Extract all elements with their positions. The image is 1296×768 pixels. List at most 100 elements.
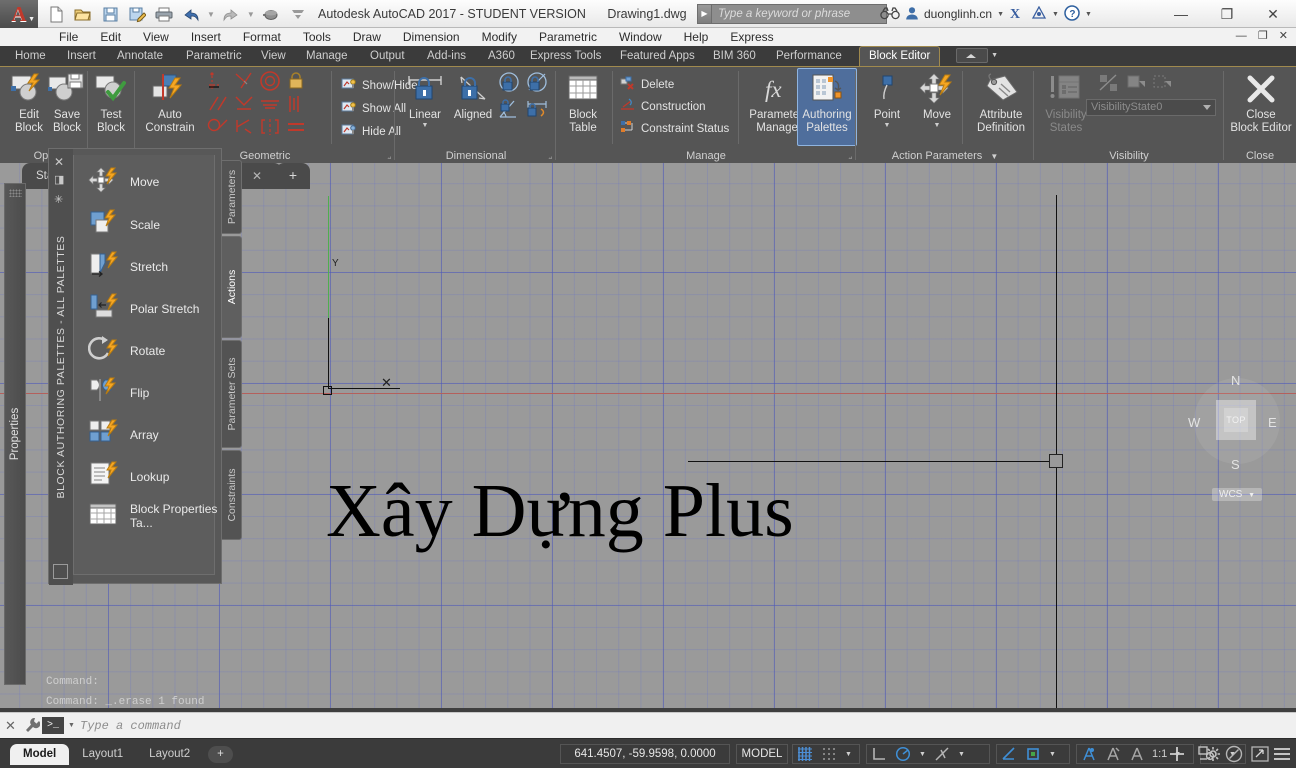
- account-dropdown-icon[interactable]: ▼: [997, 11, 1004, 18]
- smooth-constraint-icon[interactable]: [207, 117, 231, 140]
- binoculars-icon[interactable]: [880, 6, 900, 23]
- search-dropdown-icon[interactable]: ▶: [697, 3, 712, 24]
- save-as-icon[interactable]: [125, 3, 149, 26]
- constraint-status-button[interactable]: Constraint Status: [620, 120, 729, 137]
- menu-item-format[interactable]: Format: [232, 28, 292, 46]
- tab-featured-apps[interactable]: Featured Apps: [611, 46, 704, 66]
- palette-item-block-properties-table[interactable]: Block Properties Ta...: [88, 500, 222, 531]
- visibility-state-dropdown[interactable]: VisibilityState0: [1086, 99, 1216, 116]
- menu-item-tools[interactable]: Tools: [292, 28, 342, 46]
- palette-close-icon[interactable]: ✕: [54, 155, 64, 169]
- undo-icon[interactable]: [179, 3, 203, 26]
- tab-performance[interactable]: Performance: [767, 46, 851, 66]
- tab-view[interactable]: View: [252, 46, 295, 66]
- coincident-constraint-icon[interactable]: [207, 71, 231, 94]
- open-icon[interactable]: [71, 3, 95, 26]
- menu-item-file[interactable]: File: [48, 28, 89, 46]
- fix-constraint-icon[interactable]: [287, 71, 305, 94]
- search-input[interactable]: Type a keyword or phrase: [712, 3, 887, 24]
- palette-tab-constraints[interactable]: Constraints: [222, 450, 242, 540]
- palette-tab-parameters[interactable]: Parameters: [222, 160, 242, 234]
- redo-dropdown-icon[interactable]: ▼: [246, 10, 256, 19]
- palette-item-lookup[interactable]: Lookup: [88, 461, 169, 492]
- ortho-mode-icon[interactable]: [867, 745, 891, 764]
- make-visible-icon[interactable]: [1126, 73, 1148, 96]
- close-block-editor-button[interactable]: Close Block Editor: [1229, 69, 1293, 135]
- menu-item-edit[interactable]: Edit: [89, 28, 132, 46]
- panel-expand-icon[interactable]: ▼: [990, 152, 998, 161]
- autoscale-icon[interactable]: [1101, 745, 1125, 764]
- view-cube[interactable]: TOP N S E W: [1188, 368, 1280, 478]
- tab-express-tools[interactable]: Express Tools: [521, 46, 610, 66]
- new-drawing-tab[interactable]: +: [276, 163, 310, 189]
- polar-tracking-icon[interactable]: [891, 745, 915, 764]
- tab-manage[interactable]: Manage: [297, 46, 357, 66]
- annotation-scale-change-icon[interactable]: [1125, 745, 1149, 764]
- panel-dialog-launcher[interactable]: ⟓: [387, 152, 391, 162]
- view-cube-west[interactable]: W: [1188, 415, 1200, 430]
- palette-tab-actions[interactable]: Actions: [222, 236, 242, 338]
- snap-mode-icon[interactable]: [817, 745, 841, 764]
- layout-tab-model[interactable]: Model: [10, 744, 70, 765]
- menu-item-parametric[interactable]: Parametric: [528, 28, 608, 46]
- polar-dropdown-icon[interactable]: ▼: [915, 751, 930, 758]
- chevron-down-icon[interactable]: ▼: [28, 16, 35, 23]
- command-line-close-icon[interactable]: ✕: [5, 718, 16, 734]
- make-invisible-icon[interactable]: [1098, 73, 1120, 96]
- layout-tab-layout1[interactable]: Layout1: [69, 744, 136, 765]
- chevron-down-icon[interactable]: ▼: [1248, 492, 1255, 499]
- tab-output[interactable]: Output: [361, 46, 414, 66]
- menu-item-insert[interactable]: Insert: [180, 28, 232, 46]
- undo-dropdown-icon[interactable]: ▼: [206, 10, 216, 19]
- object-snap-tracking-icon[interactable]: [997, 745, 1021, 764]
- document-window-controls[interactable]: — ❐ ✕: [1236, 29, 1292, 42]
- horizontal-constraint-icon[interactable]: [259, 95, 283, 116]
- add-tools-icon[interactable]: [1167, 744, 1187, 764]
- perpendicular-constraint-icon[interactable]: [233, 71, 257, 94]
- palette-item-polar-stretch[interactable]: Polar Stretch: [88, 293, 199, 324]
- close-icon[interactable]: ✕: [1250, 0, 1296, 28]
- hide-all-button[interactable]: Hide All: [341, 123, 401, 140]
- palette-autohide-icon[interactable]: ◨: [54, 173, 64, 186]
- aligned-constraint-button[interactable]: Aligned: [446, 69, 500, 122]
- point-parameter-button[interactable]: Point ▼: [860, 69, 914, 129]
- move-action-button[interactable]: Move ▼: [910, 69, 964, 129]
- drawing-text-object[interactable]: Xây Dựng Plus: [326, 473, 794, 549]
- coordinate-display[interactable]: 641.4507, -59.9598, 0.0000: [560, 744, 730, 764]
- account-name[interactable]: duonglinh.cn: [924, 7, 992, 21]
- user-avatar-icon[interactable]: [905, 6, 919, 23]
- block-table-button[interactable]: Block Table: [556, 69, 610, 135]
- authoring-palettes-button[interactable]: Authoring Palettes: [797, 68, 857, 146]
- linear-flyout-icon[interactable]: ▼: [398, 122, 452, 129]
- exchange-apps-icon[interactable]: X: [1009, 6, 1026, 23]
- auto-constrain-button[interactable]: Auto Constrain: [137, 69, 203, 135]
- isolate-objects-icon[interactable]: [1196, 744, 1216, 764]
- attribute-definition-button[interactable]: Attribute Definition: [968, 69, 1034, 135]
- new-icon[interactable]: [44, 3, 68, 26]
- customize-qat-icon[interactable]: [286, 3, 310, 26]
- panel-dialog-launcher[interactable]: ⟓: [548, 152, 552, 162]
- ribbon-minimize-button[interactable]: [956, 48, 988, 63]
- menu-item-window[interactable]: Window: [608, 28, 673, 46]
- palette-item-array[interactable]: Array: [88, 419, 159, 450]
- ucs-origin-grip[interactable]: [323, 386, 332, 395]
- add-layout-button[interactable]: +: [208, 746, 233, 763]
- construction-geometry-button[interactable]: Construction: [620, 98, 706, 115]
- tangent-constraint-icon[interactable]: [233, 95, 257, 116]
- tab-addins[interactable]: Add-ins: [418, 46, 475, 66]
- model-space-indicator[interactable]: MODEL: [736, 744, 788, 764]
- convert-constraint-icon[interactable]: [524, 97, 550, 124]
- palette-tab-parameter-sets[interactable]: Parameter Sets: [222, 340, 242, 448]
- point-flyout-icon[interactable]: ▼: [860, 122, 914, 129]
- minimize-icon[interactable]: —: [1158, 0, 1204, 28]
- view-cube-east[interactable]: E: [1268, 415, 1277, 430]
- vertical-constraint-icon[interactable]: [285, 94, 305, 117]
- tab-parametric[interactable]: Parametric: [177, 46, 251, 66]
- tab-insert[interactable]: Insert: [58, 46, 105, 66]
- annotation-visibility-icon[interactable]: [1077, 745, 1101, 764]
- linear-constraint-button[interactable]: Linear ▼: [398, 69, 452, 129]
- snap-dropdown-icon[interactable]: ▼: [841, 751, 856, 758]
- customize-command-icon[interactable]: [24, 717, 41, 737]
- menu-item-view[interactable]: View: [132, 28, 180, 46]
- palette-item-stretch[interactable]: Stretch: [88, 251, 168, 282]
